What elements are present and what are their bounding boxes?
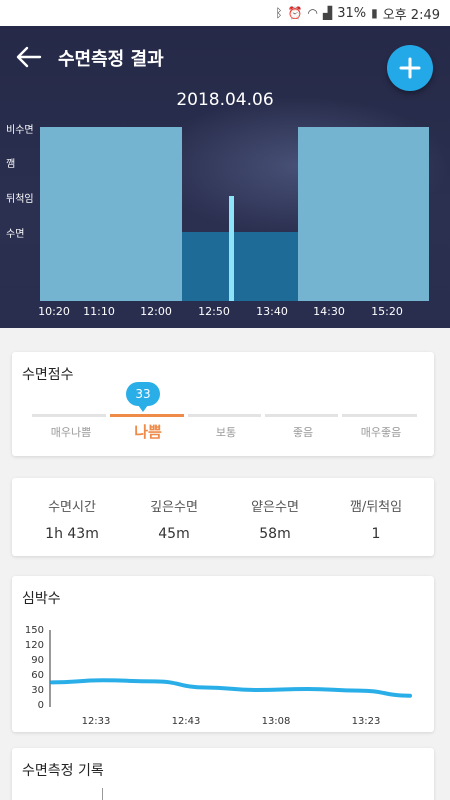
stat-label: 수면시간 [48,500,96,515]
hypnogram-x-label: 10:20 [38,305,70,318]
score-segment-active [110,414,184,417]
battery-percent: 31% [337,5,367,21]
score-segment [265,414,338,417]
score-level-label: 매우나쁨 [50,426,92,439]
hypnogram-x-label: 11:10 [83,305,115,318]
stat-deep-sleep: 깊은수면 45m [124,496,224,542]
score-segment [342,414,417,417]
score-level-label: 보통 [215,426,237,439]
bluetooth-icon: ᛒ [275,6,283,20]
hypnogram-chart [40,127,429,301]
battery-icon: ▮ [371,6,378,20]
stat-value: 45m [158,526,190,542]
hypnogram-marker [229,196,234,301]
status-time: 오후 2:49 [382,7,440,23]
hypnogram-x-label: 13:40 [256,305,288,318]
hr-series-line [50,678,412,698]
score-level-label: 좋음 [292,426,314,439]
sleep-stats-card: 수면시간 1h 43m 깊은수면 45m 얕은수면 58m 깸/뒤척임 1 [12,478,434,556]
wifi-icon: ◠ [307,6,318,20]
stat-label: 깸/뒤척임 [349,500,403,515]
stat-light-sleep: 얕은수면 58m [225,496,325,542]
hypnogram-x-label: 14:30 [313,305,345,318]
stat-sleep-time: 수면시간 1h 43m [22,496,122,542]
hypnogram-x-label: 12:00 [140,305,172,318]
stat-value: 1 [371,526,381,542]
score-level-label-active: 나쁨 [134,423,162,441]
status-bar: ᛒ ⏰ ◠ ▟ 31% ▮ 오후 2:49 [0,0,450,26]
hypnogram-x-label: 15:20 [371,305,403,318]
hypnogram-bar-awake [40,127,182,301]
score-level-label: 매우좋음 [360,426,402,439]
hr-x-label: 13:08 [261,716,291,727]
sleep-history-card[interactable]: 수면측정 기록 [12,748,434,800]
sleep-history-title: 수면측정 기록 [22,763,104,779]
stat-awake-toss: 깸/뒤척임 1 [326,496,426,542]
stat-value: 58m [259,526,291,542]
signal-icon: ▟ [323,6,333,20]
stat-value: 1h 43m [45,526,99,542]
hypnogram-x-label: 12:50 [198,305,230,318]
hypnogram-bar-awake [298,127,429,301]
heart-rate-chart [49,630,412,707]
hr-x-label: 12:33 [81,716,111,727]
alarm-icon: ⏰ [287,6,303,20]
sleep-score-title: 수면점수 [22,367,74,383]
score-bubble: 33 [126,382,160,412]
stat-label: 깊은수면 [150,500,198,515]
heart-rate-card: 심박수 150 120 90 60 30 0 12:33 12:43 13:08… [12,576,434,732]
hr-x-label: 13:23 [351,716,381,727]
result-header: 수면측정 결과 2018.04.06 비수면 깸 뒤척임 수면 10:20 11… [0,26,450,328]
history-axis-line [102,788,103,800]
stat-label: 얕은수면 [251,500,299,515]
score-segment [188,414,261,417]
sleep-score-card: 수면점수 33 매우나쁨 나쁨 보통 좋음 매우좋음 [12,352,434,456]
hypnogram-bar-sleep [182,232,298,301]
score-segment [32,414,106,417]
hr-x-label: 12:43 [171,716,201,727]
